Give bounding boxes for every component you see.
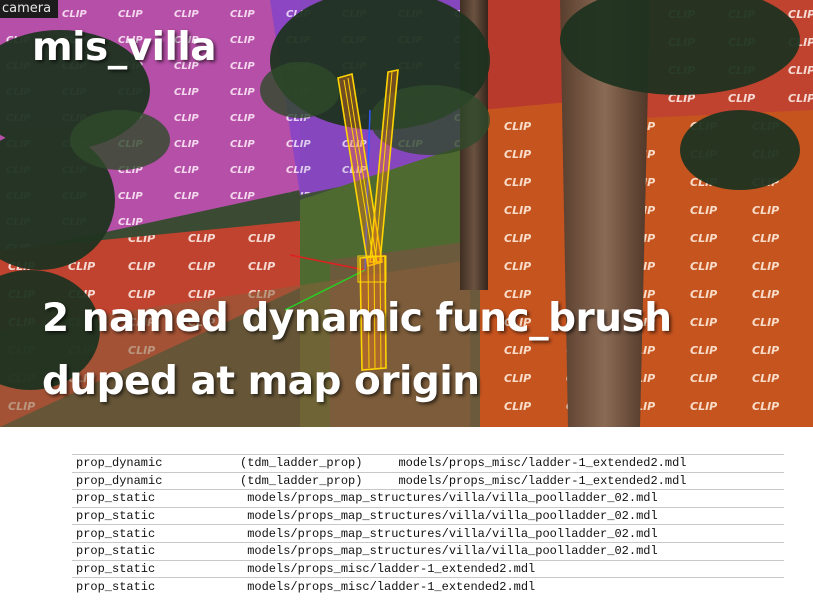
entity-target-and-model: models/props_misc/ladder-1_extended2.mdl	[236, 560, 784, 578]
map-name-overlay: mis_villa	[32, 25, 217, 70]
entity-row[interactable]: prop_static models/props_map_structures/…	[72, 489, 784, 508]
entity-target-and-model: models/props_map_structures/villa/villa_…	[236, 542, 784, 560]
entity-model-path: models/props_misc/ladder-1_extended2.mdl	[247, 579, 536, 594]
entity-model-path: models/props_misc/ladder-1_extended2.mdl	[398, 473, 687, 488]
entity-model-path: models/props_map_structures/villa/villa_…	[247, 544, 658, 559]
entity-row[interactable]: prop_static models/props_misc/ladder-1_e…	[72, 560, 784, 578]
entity-classname: prop_static	[76, 509, 156, 524]
entity-target-and-model: models/props_misc/ladder-1_extended2.mdl	[236, 578, 784, 596]
entity-row[interactable]: prop_static models/props_map_structures/…	[72, 542, 784, 560]
entity-row[interactable]: prop_dynamic (tdm_ladder_prop) models/pro…	[72, 454, 784, 473]
entity-classname: prop_static	[76, 526, 156, 541]
entity-row[interactable]: prop_static models/props_map_structures/…	[72, 507, 784, 525]
entity-list-table: prop_dynamic (tdm_ladder_prop) models/pro…	[72, 454, 784, 595]
caption-line-1: 2 named dynamic func_brush	[42, 296, 672, 341]
entity-classname: prop_dynamic	[76, 456, 163, 471]
entity-row[interactable]: prop_static models/props_map_structures/…	[72, 524, 784, 543]
entity-target-and-model: (tdm_ladder_prop) models/props_misc/ladd…	[236, 472, 784, 490]
entity-target-and-model: (tdm_ladder_prop) models/props_misc/ladd…	[236, 455, 784, 473]
3d-camera-viewport[interactable]: CLIP CLIP CLIP CLIP	[0, 0, 813, 427]
entity-classname: prop_static	[76, 579, 156, 594]
entity-row[interactable]: prop_dynamic (tdm_ladder_prop) models/pro…	[72, 472, 784, 490]
entity-model-path: models/props_misc/ladder-1_extended2.mdl	[247, 561, 536, 576]
entity-targetname: (tdm_ladder_prop)	[240, 456, 363, 471]
camera-view-label: camera	[0, 0, 59, 18]
entity-model-path: models/props_map_structures/villa/villa_…	[247, 491, 658, 506]
entity-target-and-model: models/props_map_structures/villa/villa_…	[236, 490, 784, 508]
entity-classname: prop_dynamic	[76, 473, 163, 488]
entity-classname: prop_static	[76, 561, 156, 576]
entity-model-path: models/props_map_structures/villa/villa_…	[247, 509, 658, 524]
entity-model-path: models/props_misc/ladder-1_extended2.mdl	[398, 456, 687, 471]
entity-targetname: (tdm_ladder_prop)	[240, 473, 363, 488]
entity-target-and-model: models/props_map_structures/villa/villa_…	[236, 507, 784, 525]
entity-row[interactable]: prop_static models/props_misc/ladder-1_e…	[72, 577, 784, 596]
entity-model-path: models/props_map_structures/villa/villa_…	[247, 526, 658, 541]
caption-line-2: duped at map origin	[42, 359, 480, 404]
entity-target-and-model: models/props_map_structures/villa/villa_…	[236, 525, 784, 543]
entity-classname: prop_static	[76, 491, 156, 506]
entity-classname: prop_static	[76, 544, 156, 559]
